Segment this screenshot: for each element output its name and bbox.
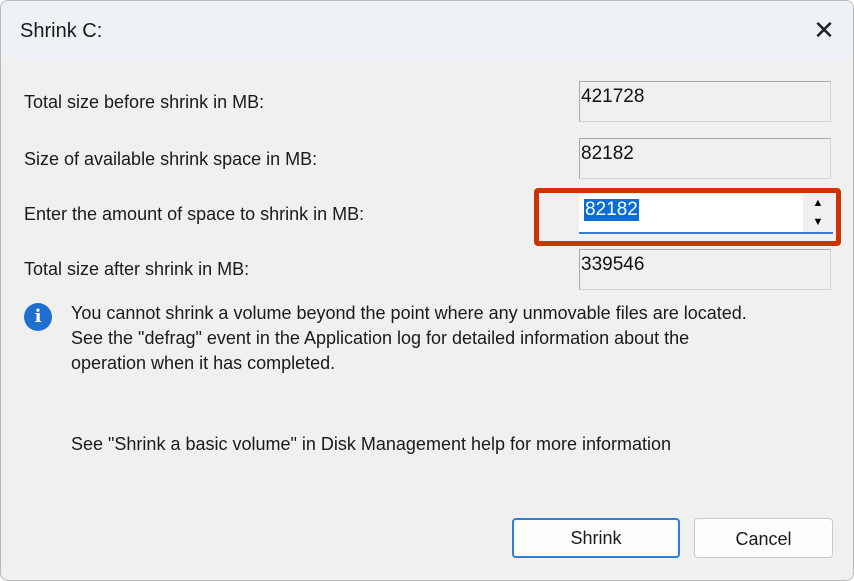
total-before-label: Total size before shrink in MB:: [24, 92, 265, 112]
info-message: You cannot shrink a volume beyond the po…: [71, 301, 841, 376]
amount-input[interactable]: 82182: [584, 199, 639, 221]
total-before-field: 421728: [579, 81, 831, 122]
amount-spinbox[interactable]: 82182 ▲ ▼: [579, 194, 833, 234]
title-bar: Shrink C: ✕: [1, 1, 853, 59]
total-after-field: 339546: [579, 249, 831, 290]
amount-label: Enter the amount of space to shrink in M…: [24, 204, 365, 224]
info-icon: i: [24, 303, 52, 331]
info-line: See the "defrag" event in the Applicatio…: [71, 328, 690, 348]
available-field: 82182: [579, 138, 831, 179]
dialog-title: Shrink C:: [20, 20, 103, 42]
spin-up-icon[interactable]: ▲: [803, 194, 833, 213]
cancel-button[interactable]: Cancel: [694, 518, 833, 558]
spin-down-icon[interactable]: ▼: [803, 213, 833, 232]
total-after-label: Total size after shrink in MB:: [24, 259, 250, 279]
shrink-button[interactable]: Shrink: [512, 518, 680, 558]
available-label: Size of available shrink space in MB:: [24, 149, 318, 169]
info-line: You cannot shrink a volume beyond the po…: [71, 303, 747, 323]
info-line: operation when it has completed.: [71, 353, 336, 373]
close-icon[interactable]: ✕: [809, 15, 839, 45]
help-note: See "Shrink a basic volume" in Disk Mana…: [71, 434, 672, 454]
shrink-dialog: Shrink C: ✕ Total size before shrink in …: [0, 0, 854, 581]
